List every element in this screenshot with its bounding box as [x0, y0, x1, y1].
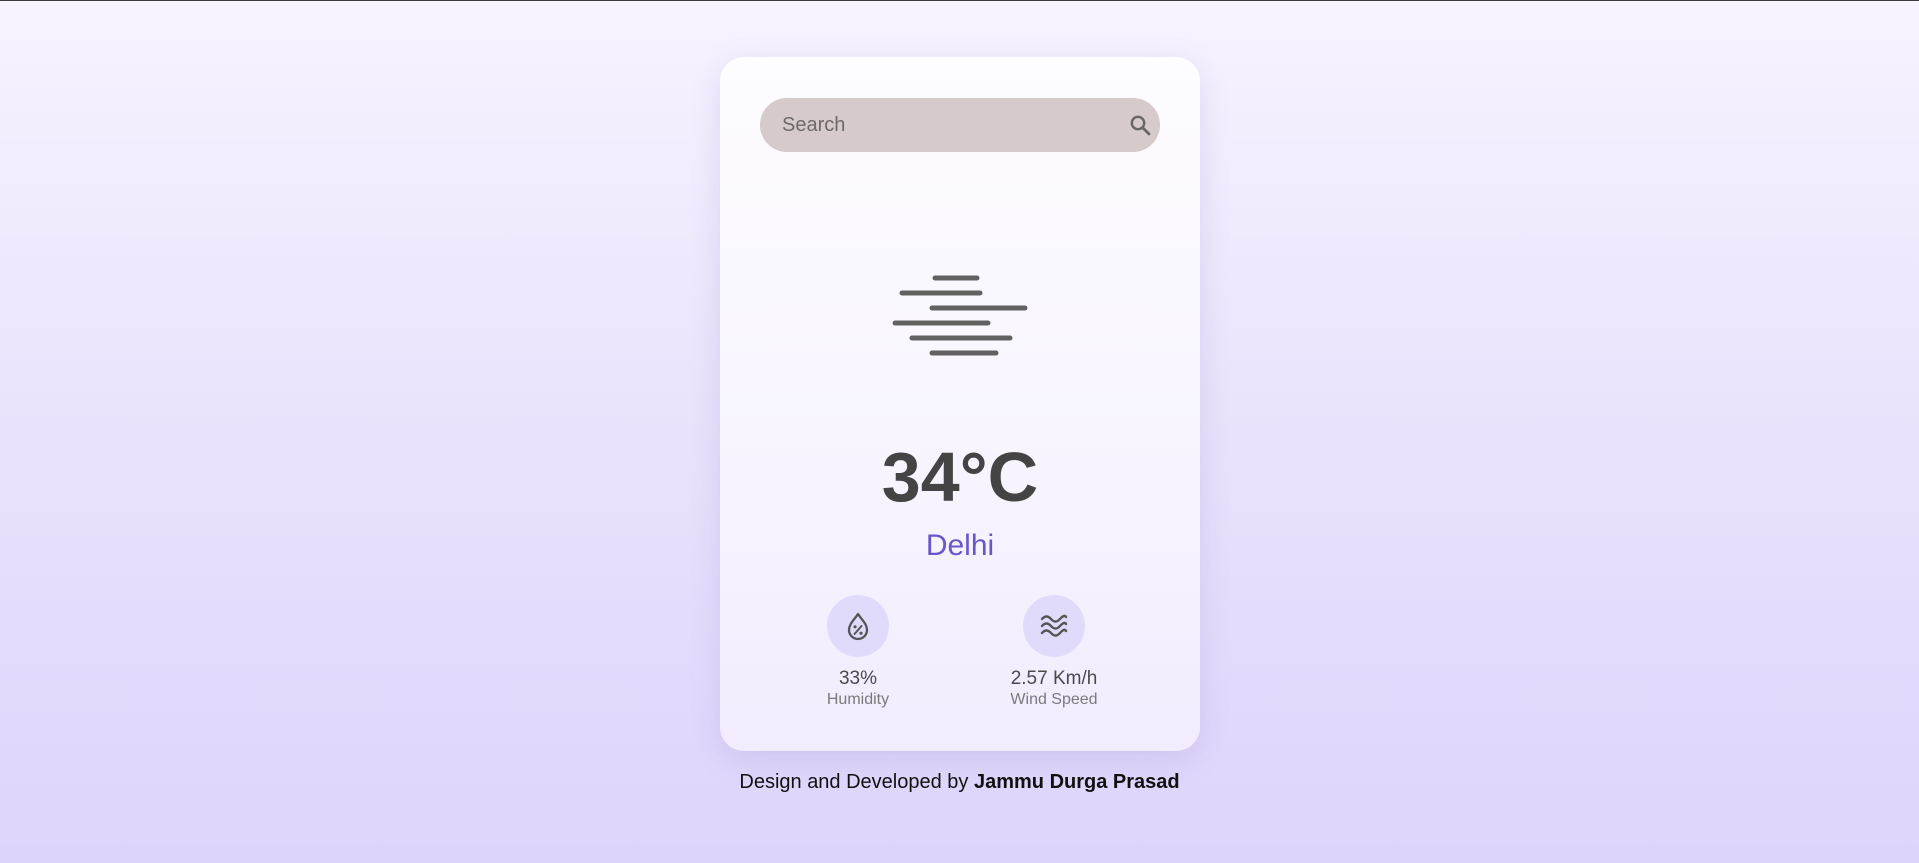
search-bar[interactable]	[760, 98, 1160, 152]
wind-speed-label: Wind Speed	[1010, 691, 1098, 708]
footer-prefix: Design and Developed by	[739, 771, 974, 793]
wind-stat: 2.57 Km/h Wind Speed	[974, 595, 1134, 710]
search-input[interactable]	[782, 98, 1102, 152]
mist-icon	[892, 275, 1028, 356]
humidity-icon-badge	[827, 595, 889, 657]
temperature: 34°C	[881, 438, 1039, 516]
wind-icon-badge	[1023, 595, 1085, 657]
footer-author: Jammu Durga Prasad	[973, 771, 1180, 793]
footer-credit: Design and Developed by Jammu Durga Pras…	[0, 771, 1919, 794]
humidity-icon	[847, 612, 869, 641]
search-icon[interactable]	[1128, 113, 1152, 137]
wind-speed-value: 2.57 Km/h	[1010, 668, 1098, 689]
city-name: Delhi	[925, 529, 995, 562]
weather-card: 34°C Delhi 33% Humidity 2.57 Km/h Wi	[720, 57, 1200, 751]
humidity-label: Humidity	[826, 691, 890, 708]
humidity-stat: 33% Humidity	[778, 595, 938, 710]
humidity-value: 33%	[838, 668, 878, 689]
wind-icon	[1040, 614, 1068, 637]
